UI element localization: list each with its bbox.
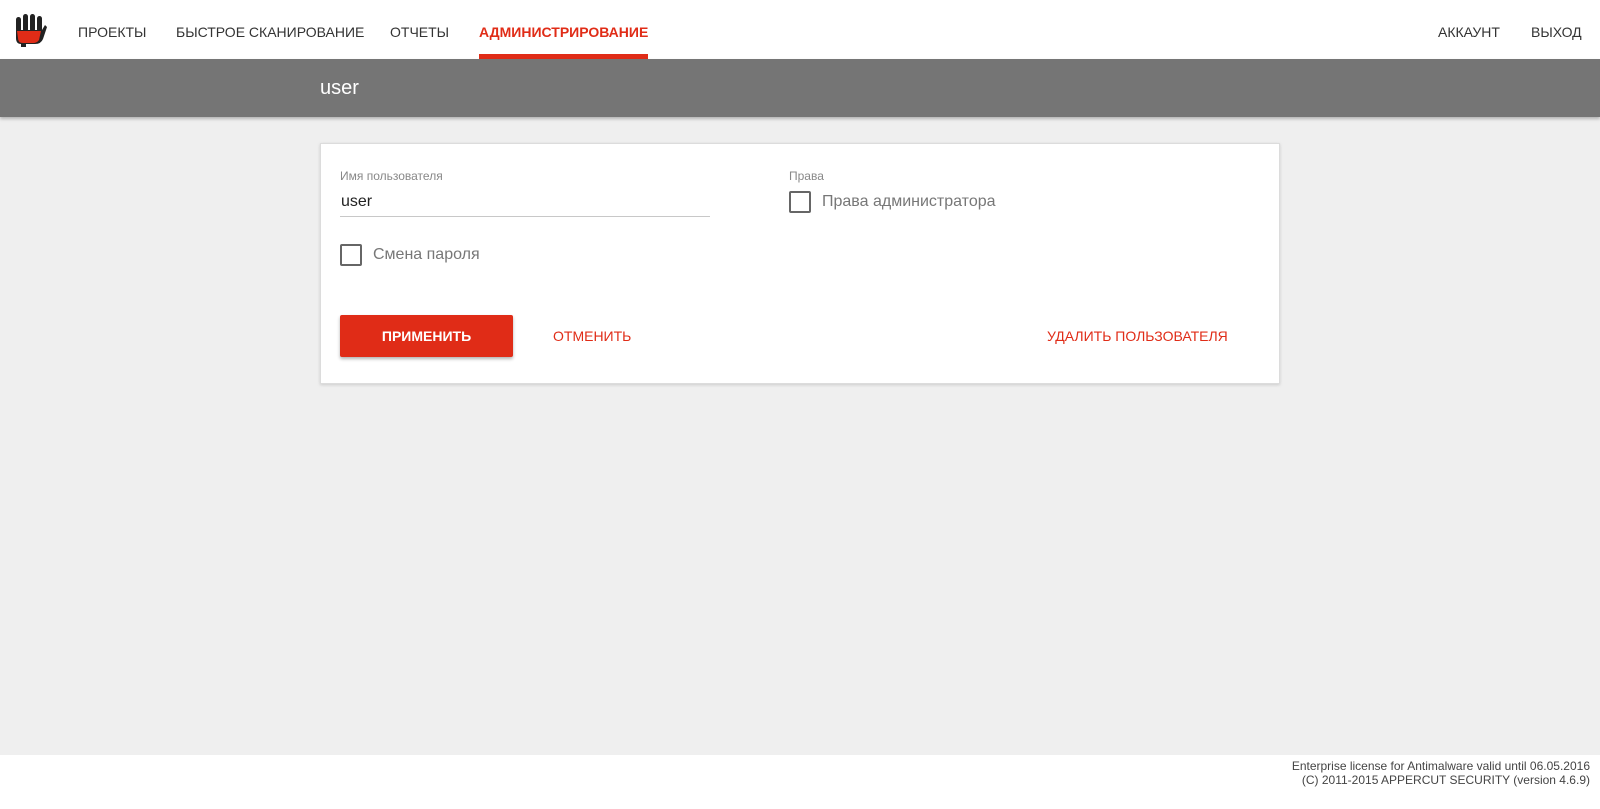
rights-label: Права <box>789 169 824 183</box>
admin-rights-checkbox-row[interactable]: Права администратора <box>789 191 996 213</box>
footer: Enterprise license for Antimalware valid… <box>0 755 1600 809</box>
page-header: user <box>0 59 1600 117</box>
footer-info: Enterprise license for Antimalware valid… <box>1292 759 1590 787</box>
admin-rights-label: Права администратора <box>822 193 996 210</box>
nav-account[interactable]: АККАУНТ <box>1438 0 1500 59</box>
delete-user-button[interactable]: УДАЛИТЬ ПОЛЬЗОВАТЕЛЯ <box>1047 315 1228 357</box>
license-text: Enterprise license for Antimalware valid… <box>1291 759 1590 773</box>
change-password-checkbox[interactable] <box>340 244 362 266</box>
nav-administration[interactable]: АДМИНИСТРИРОВАНИЕ <box>479 0 649 59</box>
username-input[interactable] <box>340 188 710 217</box>
change-password-checkbox-row[interactable]: Смена пароля <box>340 244 480 266</box>
cancel-button[interactable]: ОТМЕНИТЬ <box>553 315 631 357</box>
nav-projects[interactable]: ПРОЕКТЫ <box>78 0 146 59</box>
apply-button[interactable]: ПРИМЕНИТЬ <box>340 315 513 357</box>
user-edit-card: Имя пользователя Смена пароля Права Прав… <box>320 143 1280 384</box>
nav-reports[interactable]: ОТЧЕТЫ <box>390 0 449 59</box>
username-label: Имя пользователя <box>340 169 443 183</box>
page-title: user <box>320 77 359 99</box>
hand-logo-icon[interactable] <box>15 13 47 47</box>
admin-rights-checkbox[interactable] <box>789 191 811 213</box>
top-navigation-bar: ПРОЕКТЫ БЫСТРОЕ СКАНИРОВАНИЕ ОТЧЕТЫ АДМИ… <box>0 0 1600 59</box>
nav-quick-scan[interactable]: БЫСТРОЕ СКАНИРОВАНИЕ <box>176 0 364 59</box>
copyright-text: (C) 2011-2015 APPERCUT SECURITY (version… <box>1301 773 1590 787</box>
nav-logout[interactable]: ВЫХОД <box>1531 0 1582 59</box>
change-password-label: Смена пароля <box>373 246 480 263</box>
